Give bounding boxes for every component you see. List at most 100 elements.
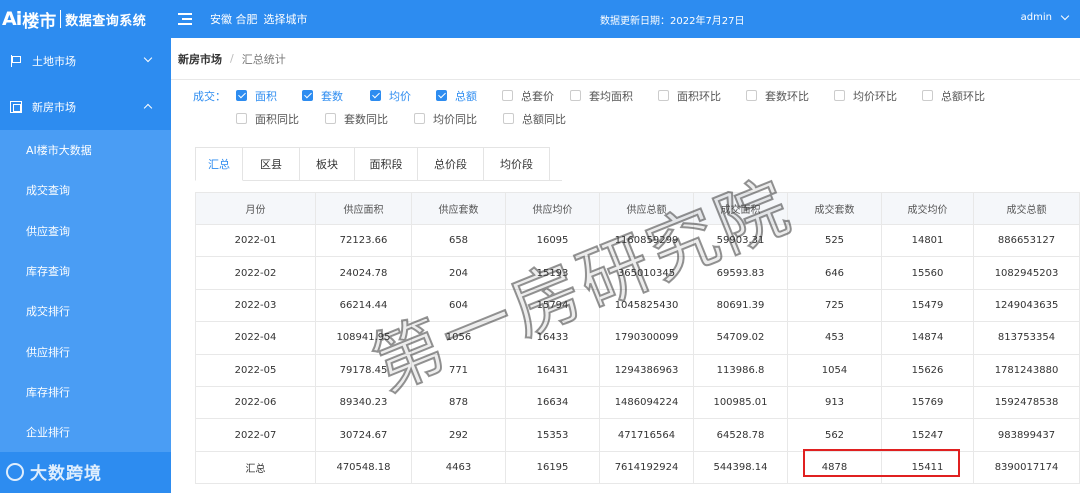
filter-checkbox-item[interactable]: 均价	[370, 88, 436, 104]
user-menu[interactable]: admin	[1021, 11, 1070, 23]
table-cell: 886653127	[973, 223, 1080, 258]
sidebar-item-ai-big-data[interactable]: AI楼市大数据	[0, 130, 171, 170]
checkbox-unchecked-icon[interactable]	[414, 113, 425, 124]
table-cell: 2022-02	[195, 256, 316, 290]
table-cell: 15560	[881, 256, 974, 290]
sidebar-submenu: AI楼市大数据 成交查询 供应查询 库存查询 成交排行 供应排行 库存排行 企业…	[0, 130, 171, 453]
table-cell: 204	[411, 256, 506, 290]
tab-2[interactable]: 板块	[300, 147, 355, 181]
current-city: 安徽 合肥	[210, 13, 258, 26]
sidebar-item-supply-ranking[interactable]: 供应排行	[0, 331, 171, 371]
filter-checkbox-item[interactable]: 总额环比	[922, 88, 1010, 104]
table-cell: 983899437	[973, 418, 1080, 452]
filter-checkbox-item[interactable]: 套均面积	[570, 88, 658, 104]
filter-checkbox-item[interactable]: 面积	[236, 88, 302, 104]
table-cell: 64528.78	[693, 418, 788, 452]
filter-checkbox-label: 套数同比	[344, 112, 388, 126]
summary-table: 月份 供应面积 供应套数 供应均价 供应总额 成交面积 成交套数 成交均价 成交总额 2022-…	[195, 192, 1080, 485]
tab-4[interactable]: 总价段	[418, 147, 484, 181]
checkbox-checked-icon[interactable]	[370, 90, 381, 101]
tab-0[interactable]: 汇总	[195, 147, 243, 181]
table-cell: 15479	[881, 288, 974, 323]
sidebar-item-company-ranking[interactable]: 企业排行	[0, 412, 171, 452]
table-cell: 113986.8	[693, 353, 788, 387]
table-cell: 878	[411, 385, 506, 420]
checkbox-checked-icon[interactable]	[236, 90, 247, 101]
table-row: 2022-02 24024.78 204 15193 365010345 69593.83…	[195, 256, 1080, 290]
table-cell: 2022-05	[195, 353, 316, 387]
checkbox-unchecked-icon[interactable]	[236, 113, 247, 124]
tab-3[interactable]: 面积段	[355, 147, 418, 181]
menu-toggle-icon[interactable]	[178, 12, 192, 26]
filter-checkbox-item[interactable]: 总套价	[502, 88, 570, 104]
filter-checkbox-item[interactable]: 均价环比	[834, 88, 922, 104]
checkbox-unchecked-icon[interactable]	[570, 90, 581, 101]
column-header: 成交面积	[693, 192, 788, 225]
filter-checkbox-item[interactable]: 总额	[436, 88, 502, 104]
table-cell: 15794	[505, 288, 600, 323]
filter-checkbox-item[interactable]: 总额同比	[503, 111, 592, 127]
sidebar-item-deal-ranking[interactable]: 成交排行	[0, 291, 171, 331]
building-icon	[10, 101, 22, 113]
column-header: 成交均价	[881, 192, 974, 225]
sidebar-group-label: 新房市场	[32, 101, 76, 114]
sidebar-item-inventory-ranking[interactable]: 库存排行	[0, 372, 171, 412]
sidebar-item-supply-query[interactable]: 供应查询	[0, 211, 171, 251]
sidebar-item-inventory-query[interactable]: 库存查询	[0, 251, 171, 291]
checkbox-unchecked-icon[interactable]	[325, 113, 336, 124]
table-cell: 913	[787, 385, 882, 420]
checkbox-unchecked-icon[interactable]	[746, 90, 757, 101]
table-cell: 30724.67	[315, 418, 412, 452]
column-header: 成交总额	[973, 192, 1080, 225]
table-cell: 658	[411, 223, 506, 258]
filter-checkbox-item[interactable]: 均价同比	[414, 111, 503, 127]
table-row: 2022-07 30724.67 292 15353 471716564 64528.78…	[195, 418, 1080, 452]
tab-5[interactable]: 均价段	[484, 147, 550, 181]
filter-checkbox-item[interactable]: 面积同比	[236, 111, 325, 127]
filter-checkbox-label: 均价环比	[853, 89, 897, 103]
column-header: 月份	[195, 192, 316, 225]
table-cell: 100985.01	[693, 385, 788, 420]
table-cell: 725	[787, 288, 882, 323]
table-cell: 2022-07	[195, 418, 316, 452]
table-row: 2022-01 72123.66 658 16095 1160859299 59903.3…	[195, 223, 1080, 258]
filter-checkbox-item[interactable]: 套数同比	[325, 111, 414, 127]
sidebar-group-land-market[interactable]: 土地市场	[0, 38, 171, 84]
checkbox-unchecked-icon[interactable]	[922, 90, 933, 101]
table-header-row: 月份 供应面积 供应套数 供应均价 供应总额 成交面积 成交套数 成交均价 成交总额	[195, 192, 1080, 225]
select-city-link[interactable]: 选择城市	[264, 11, 308, 27]
checkbox-unchecked-icon[interactable]	[658, 90, 669, 101]
checkbox-unchecked-icon[interactable]	[502, 90, 513, 101]
breadcrumb-parent[interactable]: 新房市场	[178, 51, 222, 67]
table-cell: 54709.02	[693, 321, 788, 355]
checkbox-checked-icon[interactable]	[436, 90, 447, 101]
checkbox-unchecked-icon[interactable]	[503, 113, 514, 124]
deal-filters: 成交： 面积 套数 均价 总额 总套价 套均面积 面积环比 套数环比 均价环比 总额环比 面积同比…	[193, 84, 1073, 130]
table-cell: 16433	[505, 321, 600, 355]
app-logo[interactable]: Ai 楼市 数据查询系统	[0, 0, 172, 38]
filter-checkbox-item[interactable]: 面积环比	[658, 88, 746, 104]
table-cell: 2022-01	[195, 223, 316, 258]
table-cell: 66214.44	[315, 288, 412, 323]
table-cell: 24024.78	[315, 256, 412, 290]
filter-checkbox-label: 均价同比	[433, 112, 477, 126]
breadcrumb-current: 汇总统计	[241, 52, 286, 66]
sidebar-item-deal-query[interactable]: 成交查询	[0, 170, 171, 210]
table-cell: 1249043635	[973, 288, 1080, 323]
checkbox-unchecked-icon[interactable]	[834, 90, 845, 101]
filter-checkbox-item[interactable]: 套数	[302, 88, 370, 104]
table-cell: 1781243880	[973, 353, 1080, 387]
sidebar-group-new-house-market[interactable]: 新房市场	[0, 84, 171, 130]
table-cell: 453	[787, 321, 882, 355]
filter-checkbox-label: 总额环比	[941, 89, 985, 103]
filter-checkbox-label: 总额	[455, 89, 477, 103]
filter-checkbox-label: 套数环比	[765, 89, 809, 103]
table-cell: 14874	[881, 321, 974, 355]
table-cell: 1592478538	[973, 385, 1080, 420]
chevron-down-icon	[1060, 11, 1070, 21]
table-cell: 2022-04	[195, 321, 316, 355]
tab-1[interactable]: 区县	[243, 147, 300, 181]
checkbox-checked-icon[interactable]	[302, 90, 313, 101]
filter-checkbox-item[interactable]: 套数环比	[746, 88, 834, 104]
table-cell: 15193	[505, 256, 600, 290]
